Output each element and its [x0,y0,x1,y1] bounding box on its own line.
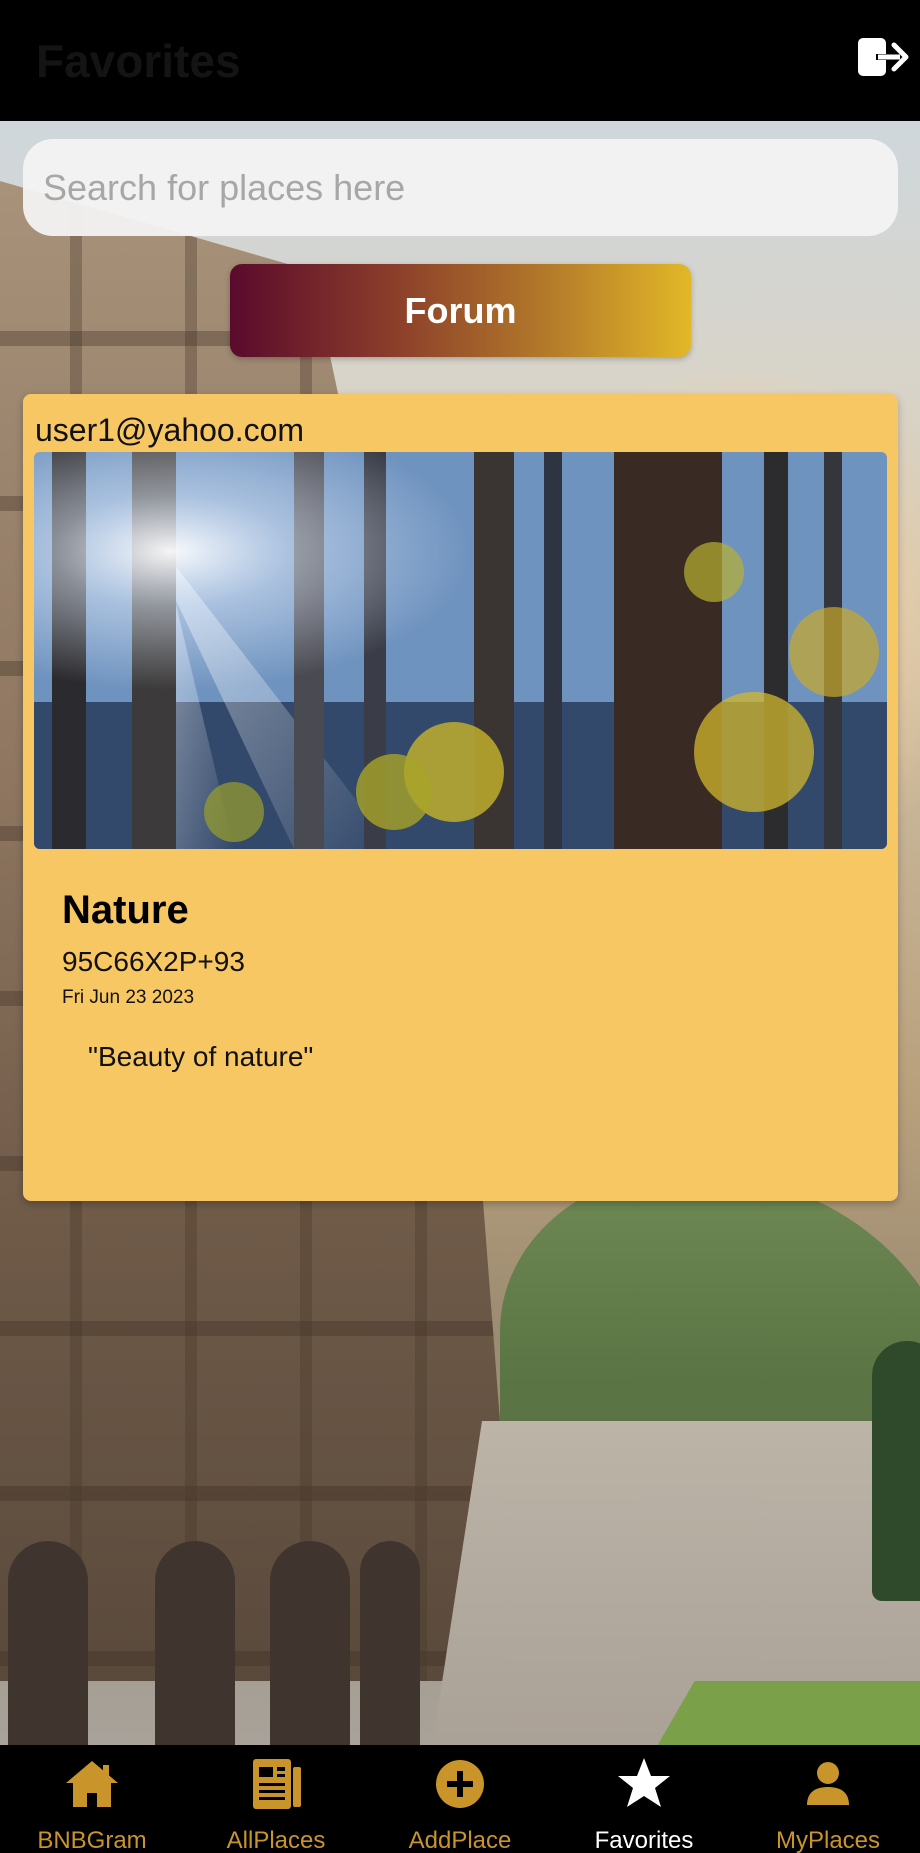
arch [155,1541,235,1745]
post-image [34,452,887,849]
logout-icon [858,38,909,76]
nav-label: BNBGram [37,1827,147,1853]
home-icon [66,1761,118,1807]
cypress-tree [872,1341,920,1601]
nav-label: AllPlaces [226,1827,326,1853]
search-input[interactable] [23,139,898,236]
nav-item-allplaces[interactable]: AllPlaces [184,1745,368,1853]
nav-item-favorites[interactable]: Favorites [552,1745,736,1853]
post-title: Nature [62,888,189,932]
forum-button[interactable]: Forum [230,264,691,357]
list-icon [253,1759,301,1809]
nav-item-bnbgram[interactable]: BNBGram [0,1745,184,1853]
nav-label: Favorites [594,1827,694,1853]
arch [270,1541,350,1745]
nav-item-myplaces[interactable]: MyPlaces [736,1745,920,1853]
colosseum-arches [0,1451,500,1745]
app-header: Favorites [0,0,920,121]
post-user-email: user1@yahoo.com [35,412,305,448]
page-title: Favorites [36,35,241,87]
arch [8,1541,88,1745]
post-plus-code: 95C66X2P+93 [62,946,245,977]
nav-label: AddPlace [408,1827,512,1853]
bottom-navigation: BNBGram AllPlaces AddPlace Favorites MyP… [0,1745,920,1853]
logout-button[interactable] [856,34,910,80]
add-circle-icon [436,1760,484,1808]
post-description: "Beauty of nature" [88,1041,314,1072]
nav-label: MyPlaces [775,1827,881,1853]
person-icon [807,1762,849,1805]
post-date: Fri Jun 23 2023 [62,987,195,1008]
nav-item-addplace[interactable]: AddPlace [368,1745,552,1853]
favorite-post-card[interactable]: user1@yahoo.com Nature 95C66X2P+93 Fri J… [23,394,898,1201]
arch [360,1541,420,1745]
star-icon [618,1758,670,1807]
